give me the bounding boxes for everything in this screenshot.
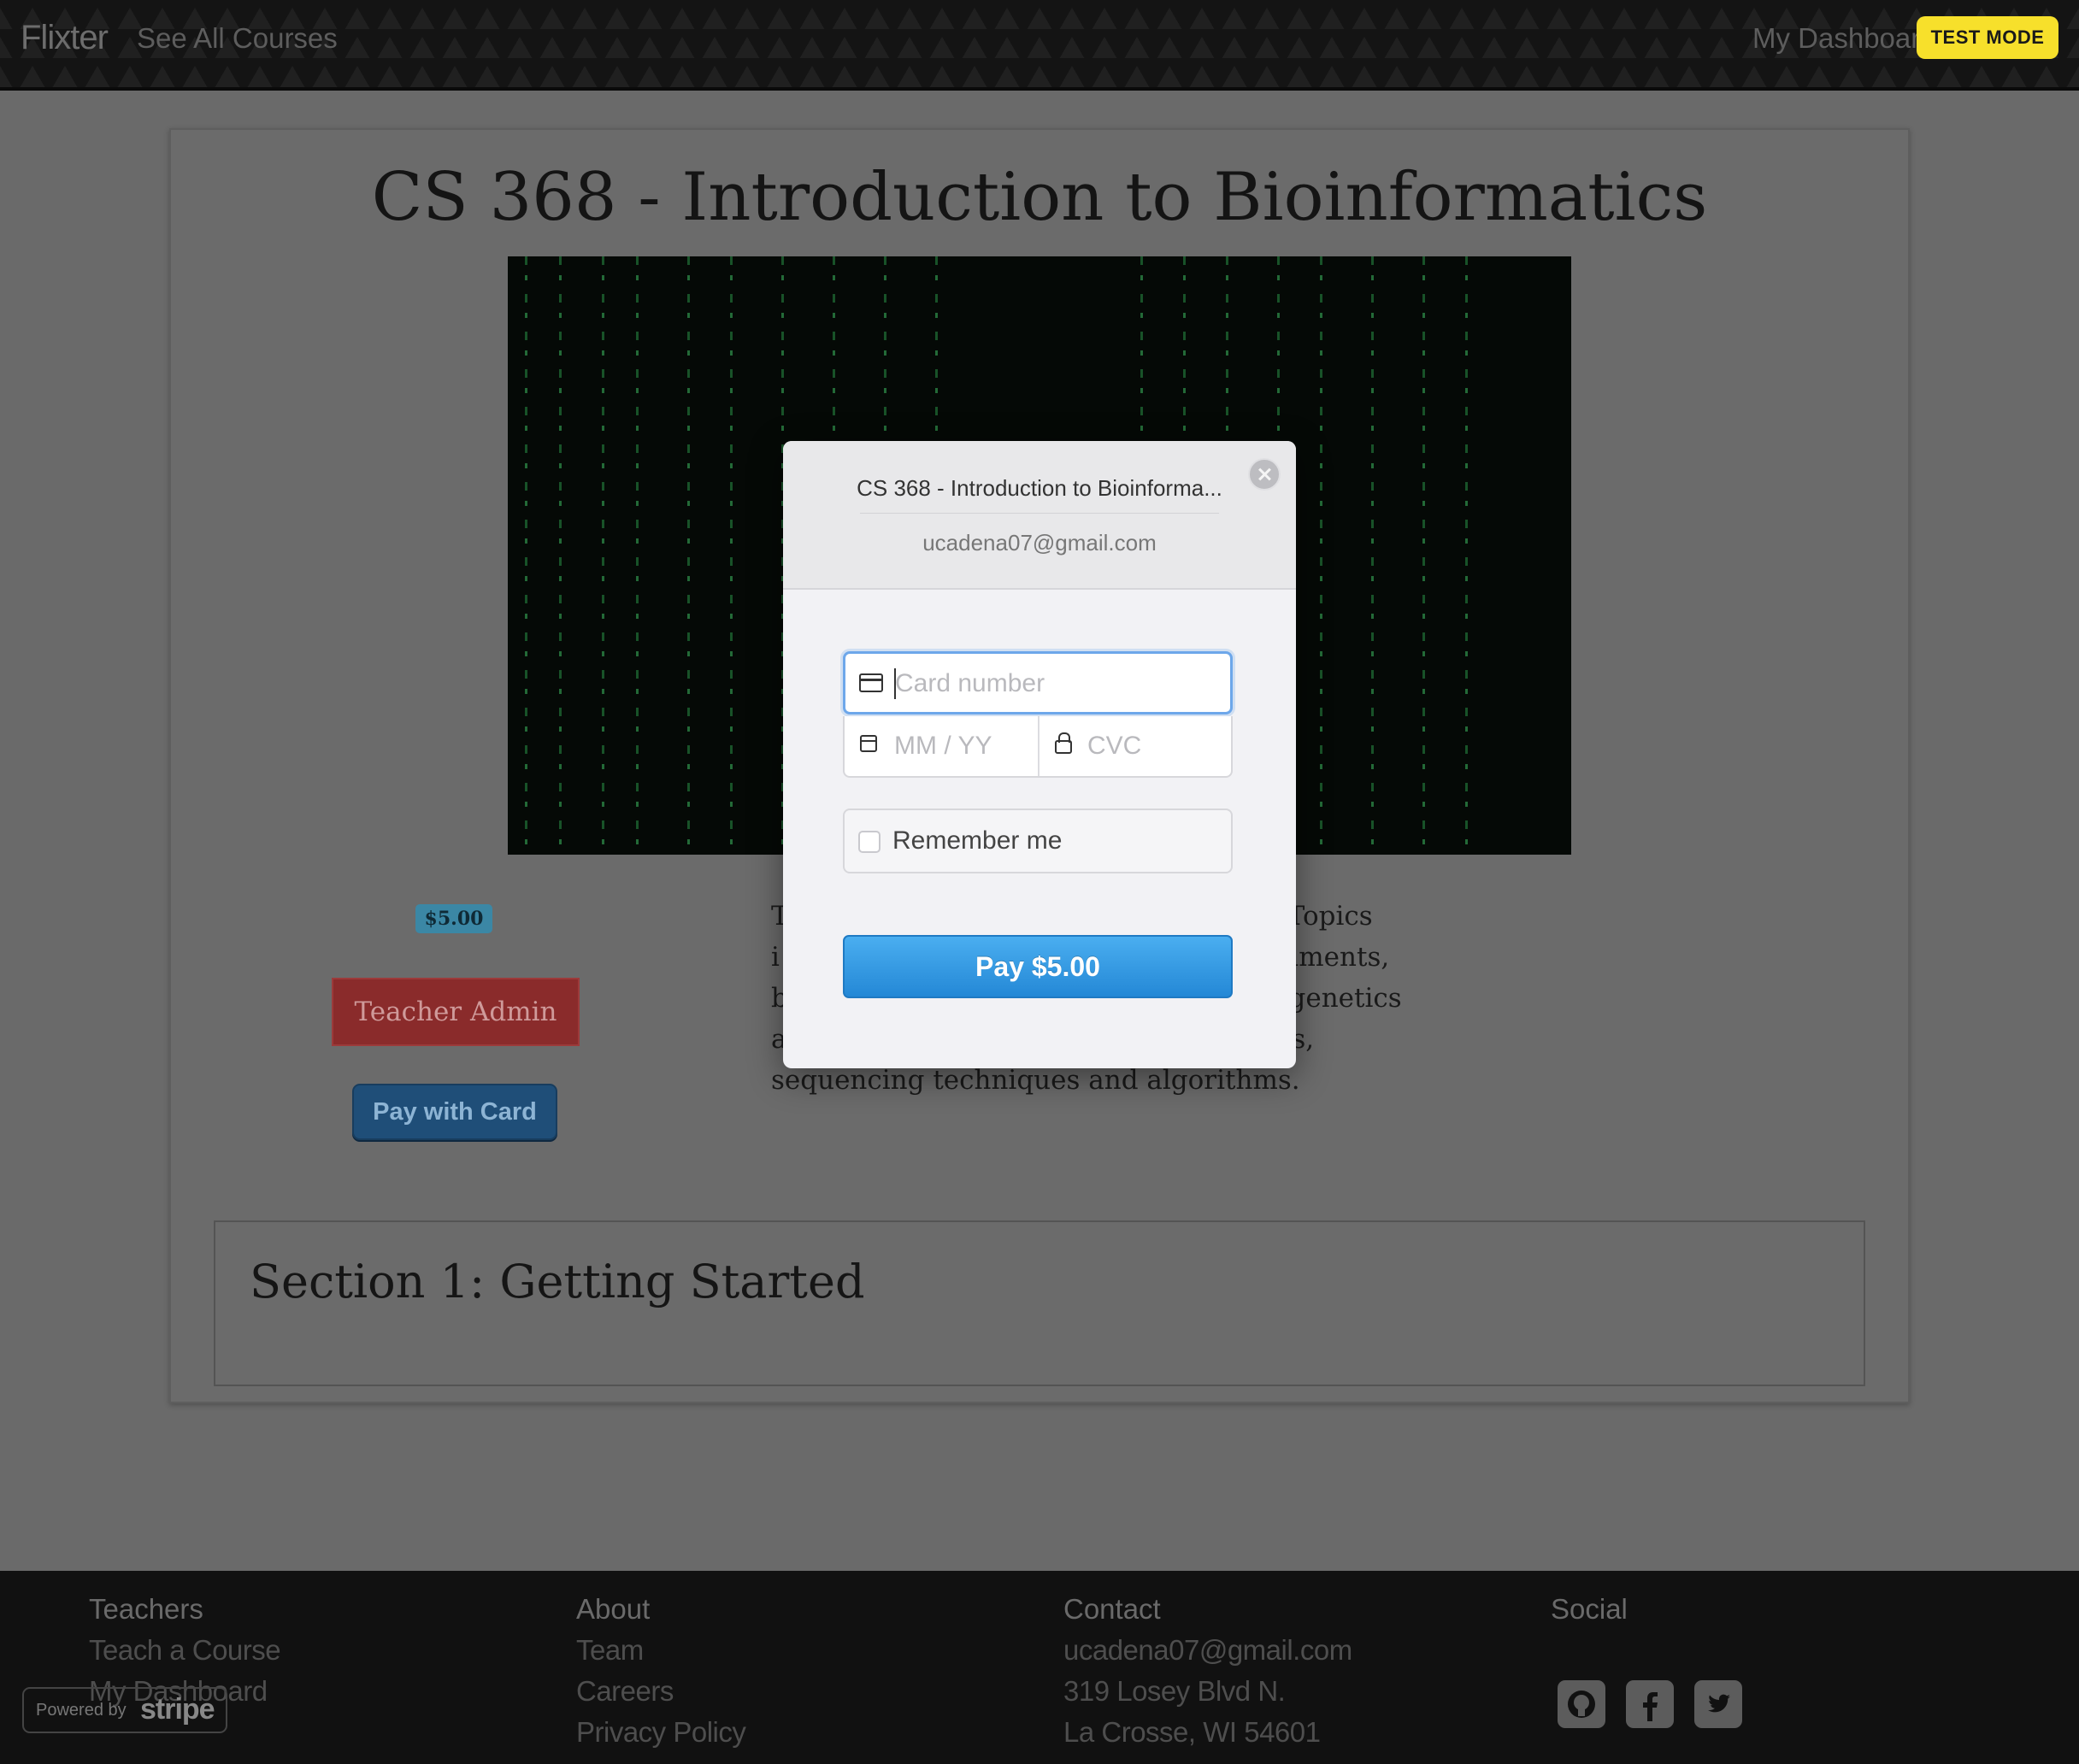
- modal-email: ucadena07@gmail.com: [922, 530, 1157, 556]
- credit-card-icon: [859, 673, 883, 692]
- remember-me-checkbox[interactable]: [858, 831, 880, 853]
- cvc-input[interactable]: CVC: [1087, 732, 1141, 761]
- pay-button[interactable]: Pay $5.00: [843, 935, 1233, 998]
- modal-header: CS 368 - Introduction to Bioinforma... u…: [783, 441, 1296, 590]
- card-number-placeholder: Card number: [895, 669, 1045, 697]
- remember-me-label: Remember me: [892, 826, 1063, 855]
- expiry-cvc-row: MM / YY CVC: [843, 716, 1233, 778]
- stripe-checkout-modal: CS 368 - Introduction to Bioinforma... u…: [783, 441, 1296, 1068]
- card-number-input[interactable]: Card number: [843, 651, 1233, 714]
- lock-icon: [1055, 732, 1072, 754]
- close-icon[interactable]: [1248, 458, 1281, 491]
- modal-header-divider: [860, 513, 1219, 514]
- expiry-input[interactable]: MM / YY: [894, 732, 992, 761]
- remember-me-row[interactable]: Remember me: [843, 808, 1233, 873]
- field-divider: [1038, 716, 1040, 776]
- calendar-icon: [860, 735, 877, 752]
- modal-title: CS 368 - Introduction to Bioinforma...: [857, 475, 1222, 501]
